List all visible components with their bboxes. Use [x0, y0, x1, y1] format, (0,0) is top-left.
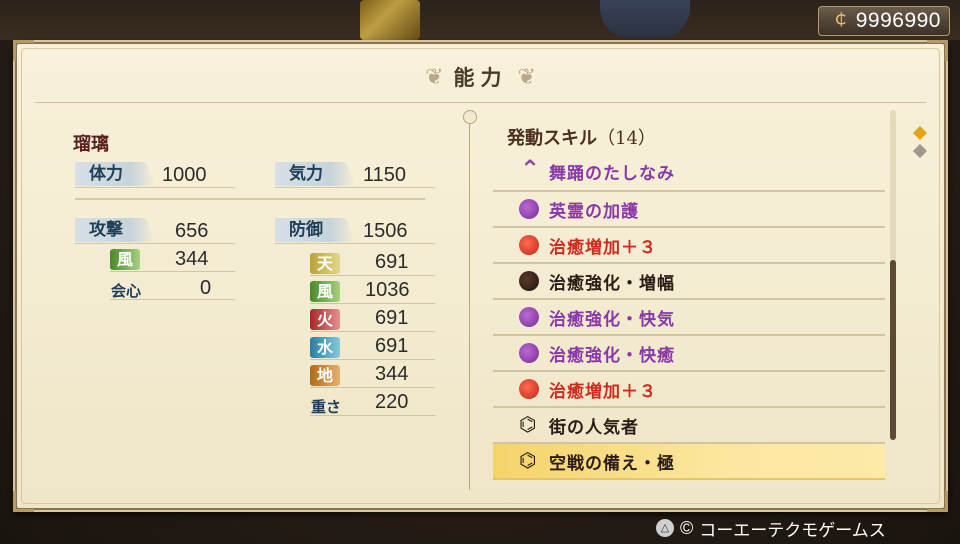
corner-ornament	[927, 40, 948, 61]
stat-underline	[310, 303, 435, 304]
skill-row[interactable]: 治癒増加＋３	[493, 228, 885, 264]
weight-value: 220	[375, 391, 409, 413]
resist-fire-badge: 火	[310, 309, 340, 330]
skill-name: 治癒強化・快癒	[549, 345, 675, 366]
skill-row[interactable]: 治癒強化・快気	[493, 300, 885, 336]
skill-name: 治癒増加＋３	[549, 237, 657, 258]
copyright-icon: ©	[680, 517, 694, 538]
corner-ornament	[13, 491, 34, 512]
skill-name: 街の人気者	[549, 417, 639, 438]
defense-value: 1506	[363, 220, 408, 242]
resist-heaven-badge: 天	[310, 253, 340, 274]
column-divider	[463, 110, 477, 490]
stat-underline	[310, 415, 435, 416]
panel-title-bar: ❦ 能力 ❦	[15, 60, 946, 94]
red-orb-icon	[519, 235, 539, 255]
stat-underline	[75, 187, 235, 188]
corner-ornament	[927, 491, 948, 512]
panel-title: 能力	[453, 65, 508, 90]
skill-row[interactable]: 治癒強化・増幅	[493, 264, 885, 300]
resist-water-value: 691	[375, 335, 409, 357]
dance-icon	[519, 155, 540, 183]
skills-header: 発動スキル（14）	[507, 124, 656, 150]
laurel-right-icon: ❦	[517, 64, 536, 90]
background-top	[0, 0, 960, 40]
resist-fire-value: 691	[375, 307, 409, 329]
purple-orb-icon	[519, 343, 539, 363]
gold-display: 9996990	[818, 6, 950, 36]
stat-underline	[310, 387, 435, 388]
skills-scrollbar[interactable]	[890, 110, 896, 440]
ki-value: 1150	[363, 164, 407, 186]
skill-name: 空戦の備え・極	[549, 453, 675, 474]
triangle-button-icon: △	[656, 519, 674, 537]
stat-underline	[310, 275, 435, 276]
hp-label: 体力	[75, 162, 155, 186]
stat-underline	[110, 271, 235, 272]
copyright-text: コーエーテクモゲームス	[699, 520, 886, 540]
resist-earth-badge: 地	[310, 365, 340, 386]
crit-label: 会心	[111, 282, 142, 300]
laurel-left-icon: ❦	[425, 64, 444, 90]
background-figure	[600, 0, 690, 38]
purple-orb-icon	[519, 307, 539, 327]
skill-row[interactable]: 舞踊のたしなみ	[493, 152, 885, 192]
purple-orb-icon	[519, 199, 539, 219]
ki-label: 気力	[275, 162, 355, 186]
resist-wind-value: 1036	[365, 279, 410, 301]
hp-value: 1000	[162, 164, 207, 186]
skills-header-label: 発動スキル	[507, 128, 597, 149]
attack-element-value: 344	[175, 248, 209, 270]
attack-value: 656	[175, 220, 209, 242]
skill-row[interactable]: 治癒増加＋３	[493, 372, 885, 408]
tomoe-icon	[519, 448, 539, 472]
gold-amount: 9996990	[855, 9, 941, 32]
skills-count: （14）	[597, 128, 656, 149]
skills-list[interactable]: 舞踊のたしなみ 英霊の加護 治癒増加＋３ 治癒強化・増幅 治癒強化・快気 治癒強…	[493, 152, 885, 480]
skill-row[interactable]: 英霊の加護	[493, 192, 885, 228]
red-orb-icon	[519, 379, 539, 399]
skill-name: 治癒強化・増幅	[549, 273, 675, 294]
tomoe-icon	[519, 412, 539, 436]
stat-underline	[75, 243, 235, 244]
resist-earth-value: 344	[375, 363, 409, 385]
skill-row[interactable]: 治癒強化・快癒	[493, 336, 885, 372]
stat-underline	[310, 359, 435, 360]
dark-orb-icon	[519, 271, 539, 291]
resist-water-badge: 水	[310, 337, 340, 358]
footer: △ © コーエーテクモゲームス	[656, 512, 886, 544]
skill-name: 治癒強化・快気	[549, 309, 675, 330]
character-name: 瑠璃	[73, 134, 109, 155]
scroll-thumb[interactable]	[890, 260, 896, 440]
weight-label: 重さ	[311, 398, 342, 416]
section-separator	[75, 198, 425, 200]
corner-ornament	[13, 40, 34, 61]
stat-underline	[310, 331, 435, 332]
skill-name: 治癒増加＋３	[549, 381, 657, 402]
stat-underline	[275, 187, 435, 188]
skill-name: 舞踊のたしなみ	[549, 163, 675, 184]
coin-icon	[832, 12, 850, 30]
resist-heaven-value: 691	[375, 251, 409, 273]
title-divider	[35, 102, 926, 103]
stat-underline	[275, 243, 435, 244]
skill-name: 英霊の加護	[549, 201, 639, 222]
attack-label: 攻撃	[75, 218, 155, 242]
background-ornament	[360, 0, 420, 40]
defense-label: 防御	[275, 218, 355, 242]
attack-element-badge: 風	[110, 249, 140, 270]
skill-row[interactable]: 街の人気者	[493, 408, 885, 444]
skill-row-selected[interactable]: 空戦の備え・極	[493, 444, 885, 480]
stat-underline	[110, 299, 235, 300]
crit-value: 0	[200, 277, 212, 299]
resist-wind-badge: 風	[310, 281, 340, 302]
